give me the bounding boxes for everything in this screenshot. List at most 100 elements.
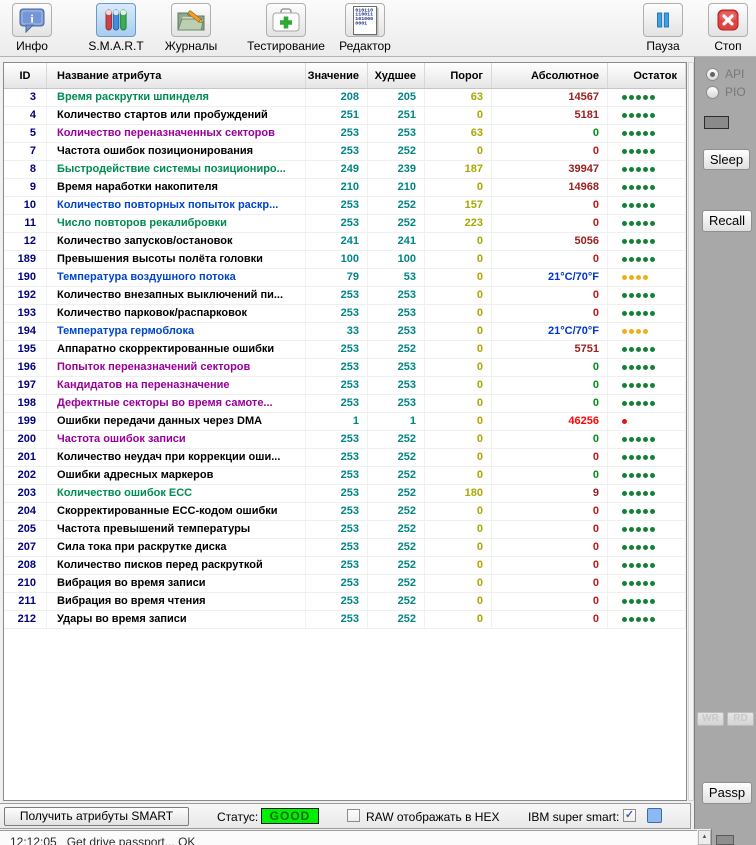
table-row[interactable]: 12Количество запусков/остановок241241050…: [4, 233, 686, 251]
column-header[interactable]: Худшее: [368, 63, 425, 88]
attr-name: Количество парковок/распарковок: [47, 305, 306, 322]
attr-threshold: 0: [425, 611, 492, 628]
attr-threshold: 0: [425, 251, 492, 268]
table-row[interactable]: 7Частота ошибок позиционирования25325200: [4, 143, 686, 161]
attr-threshold: 0: [425, 413, 492, 430]
table-row[interactable]: 198Дефектные секторы во время самоте...2…: [4, 395, 686, 413]
column-header[interactable]: Название атрибута: [47, 63, 306, 88]
table-row[interactable]: 190Температура воздушного потока7953021°…: [4, 269, 686, 287]
table-row[interactable]: 196Попыток переназначений секторов253253…: [4, 359, 686, 377]
editor-button-label: Редактор: [334, 39, 396, 53]
health-dot: [643, 437, 648, 442]
health-dot: [629, 599, 634, 604]
table-row[interactable]: 207Сила тока при раскрутке диска25325200: [4, 539, 686, 557]
passp-button[interactable]: Passp: [702, 782, 752, 804]
table-row[interactable]: 5Количество переназначенных секторов2532…: [4, 125, 686, 143]
table-row[interactable]: 199Ошибки передачи данных через DMA11046…: [4, 413, 686, 431]
table-row[interactable]: 10Количество повторных попыток раскр...2…: [4, 197, 686, 215]
attr-value: 253: [306, 287, 368, 304]
raw-hex-checkbox[interactable]: [347, 809, 360, 822]
attr-id: 200: [4, 431, 47, 448]
table-row[interactable]: 189Превышения высоты полёта головки10010…: [4, 251, 686, 269]
attr-absolute: 5181: [492, 107, 608, 124]
table-row[interactable]: 195Аппаратно скорректированные ошибки253…: [4, 341, 686, 359]
table-row[interactable]: 11Число повторов рекалибровки2532522230: [4, 215, 686, 233]
stop-button[interactable]: Стоп: [704, 3, 752, 53]
attr-absolute: 0: [492, 557, 608, 574]
table-row[interactable]: 192Количество внезапных выключений пи...…: [4, 287, 686, 305]
health-dot: [650, 239, 655, 244]
sleep-button[interactable]: Sleep: [703, 149, 750, 170]
table-row[interactable]: 210Вибрация во время записи25325200: [4, 575, 686, 593]
column-header[interactable]: Значение: [306, 63, 368, 88]
attr-threshold: 0: [425, 395, 492, 412]
table-row[interactable]: 194Температура гермоблока33253021°C/70°F: [4, 323, 686, 341]
wr-button[interactable]: WR: [697, 712, 724, 726]
table-row[interactable]: 193Количество парковок/распарковок253253…: [4, 305, 686, 323]
health-dot: [650, 257, 655, 262]
attr-health-dots: [608, 179, 686, 196]
table-row[interactable]: 197Кандидатов на переназначение25325300: [4, 377, 686, 395]
attr-worst: 252: [368, 557, 425, 574]
attr-id: 194: [4, 323, 47, 340]
info-button[interactable]: i Инфо: [8, 3, 56, 53]
attr-worst: 252: [368, 467, 425, 484]
journals-button-label: Журналы: [158, 39, 224, 53]
health-dot: [629, 581, 634, 586]
attr-absolute: 0: [492, 575, 608, 592]
get-smart-attributes-button[interactable]: Получить атрибуты SMART: [4, 807, 189, 826]
attr-threshold: 0: [425, 377, 492, 394]
api-radio[interactable]: [706, 68, 719, 81]
table-row[interactable]: 202Ошибки адресных маркеров25325200: [4, 467, 686, 485]
table-row[interactable]: 205Частота превышений температуры2532520…: [4, 521, 686, 539]
attr-id: 5: [4, 125, 47, 142]
attr-id: 207: [4, 539, 47, 556]
smart-button[interactable]: S.M.A.R.T: [85, 3, 147, 53]
attr-value: 253: [306, 377, 368, 394]
pio-radio-row[interactable]: PIO: [706, 85, 746, 99]
attr-name: Частота превышений температуры: [47, 521, 306, 538]
table-row[interactable]: 208Количество писков перед раскруткой253…: [4, 557, 686, 575]
table-row[interactable]: 212Удары во время записи25325200: [4, 611, 686, 629]
log-scroll-up-icon[interactable]: ▲: [698, 830, 711, 845]
attr-value: 253: [306, 143, 368, 160]
health-dot: [622, 149, 627, 154]
table-row[interactable]: 9Время наработки накопителя210210014968: [4, 179, 686, 197]
table-row[interactable]: 203Количество ошибок ECC2532521809: [4, 485, 686, 503]
attr-health-dots: [608, 143, 686, 160]
table-row[interactable]: 211Вибрация во время чтения25325200: [4, 593, 686, 611]
resize-grip[interactable]: [716, 835, 734, 845]
journals-button[interactable]: Журналы: [158, 3, 224, 53]
recall-button[interactable]: Recall: [702, 210, 752, 232]
attr-worst: 205: [368, 89, 425, 106]
attr-name: Количество ошибок ECC: [47, 485, 306, 502]
attr-id: 4: [4, 107, 47, 124]
table-row[interactable]: 3Время раскрутки шпинделя2082056314567: [4, 89, 686, 107]
health-dot: [643, 347, 648, 352]
column-header[interactable]: Остаток: [608, 63, 686, 88]
api-radio-row[interactable]: API: [706, 67, 744, 81]
health-dot: [643, 185, 648, 190]
attr-threshold: 0: [425, 449, 492, 466]
table-row[interactable]: 201Количество неудач при коррекции оши..…: [4, 449, 686, 467]
attr-health-dots: [608, 485, 686, 502]
pause-button[interactable]: Пауза: [638, 3, 688, 53]
editor-button[interactable]: 010110 110011 101000 0001 Редактор: [334, 3, 396, 53]
health-dot: [622, 329, 627, 334]
testing-button[interactable]: Тестирование: [236, 3, 336, 53]
table-row[interactable]: 200Частота ошибок записи25325200: [4, 431, 686, 449]
column-header[interactable]: Порог: [425, 63, 492, 88]
table-row[interactable]: 4Количество стартов или пробуждений25125…: [4, 107, 686, 125]
table-row[interactable]: 8Быстродействие системы позициониро...24…: [4, 161, 686, 179]
health-dot: [643, 365, 648, 370]
table-row[interactable]: 204Скорректированные ECC-кодом ошибки253…: [4, 503, 686, 521]
ibm-super-smart-checkbox[interactable]: ✓: [623, 809, 636, 822]
health-dot: [629, 473, 634, 478]
health-dot: [636, 311, 641, 316]
column-header[interactable]: Абсолютное: [492, 63, 608, 88]
rd-button[interactable]: RD: [727, 712, 754, 726]
pio-radio[interactable]: [706, 86, 719, 99]
column-header[interactable]: ID: [4, 63, 47, 88]
attr-name: Количество стартов или пробуждений: [47, 107, 306, 124]
attr-name: Частота ошибок позиционирования: [47, 143, 306, 160]
